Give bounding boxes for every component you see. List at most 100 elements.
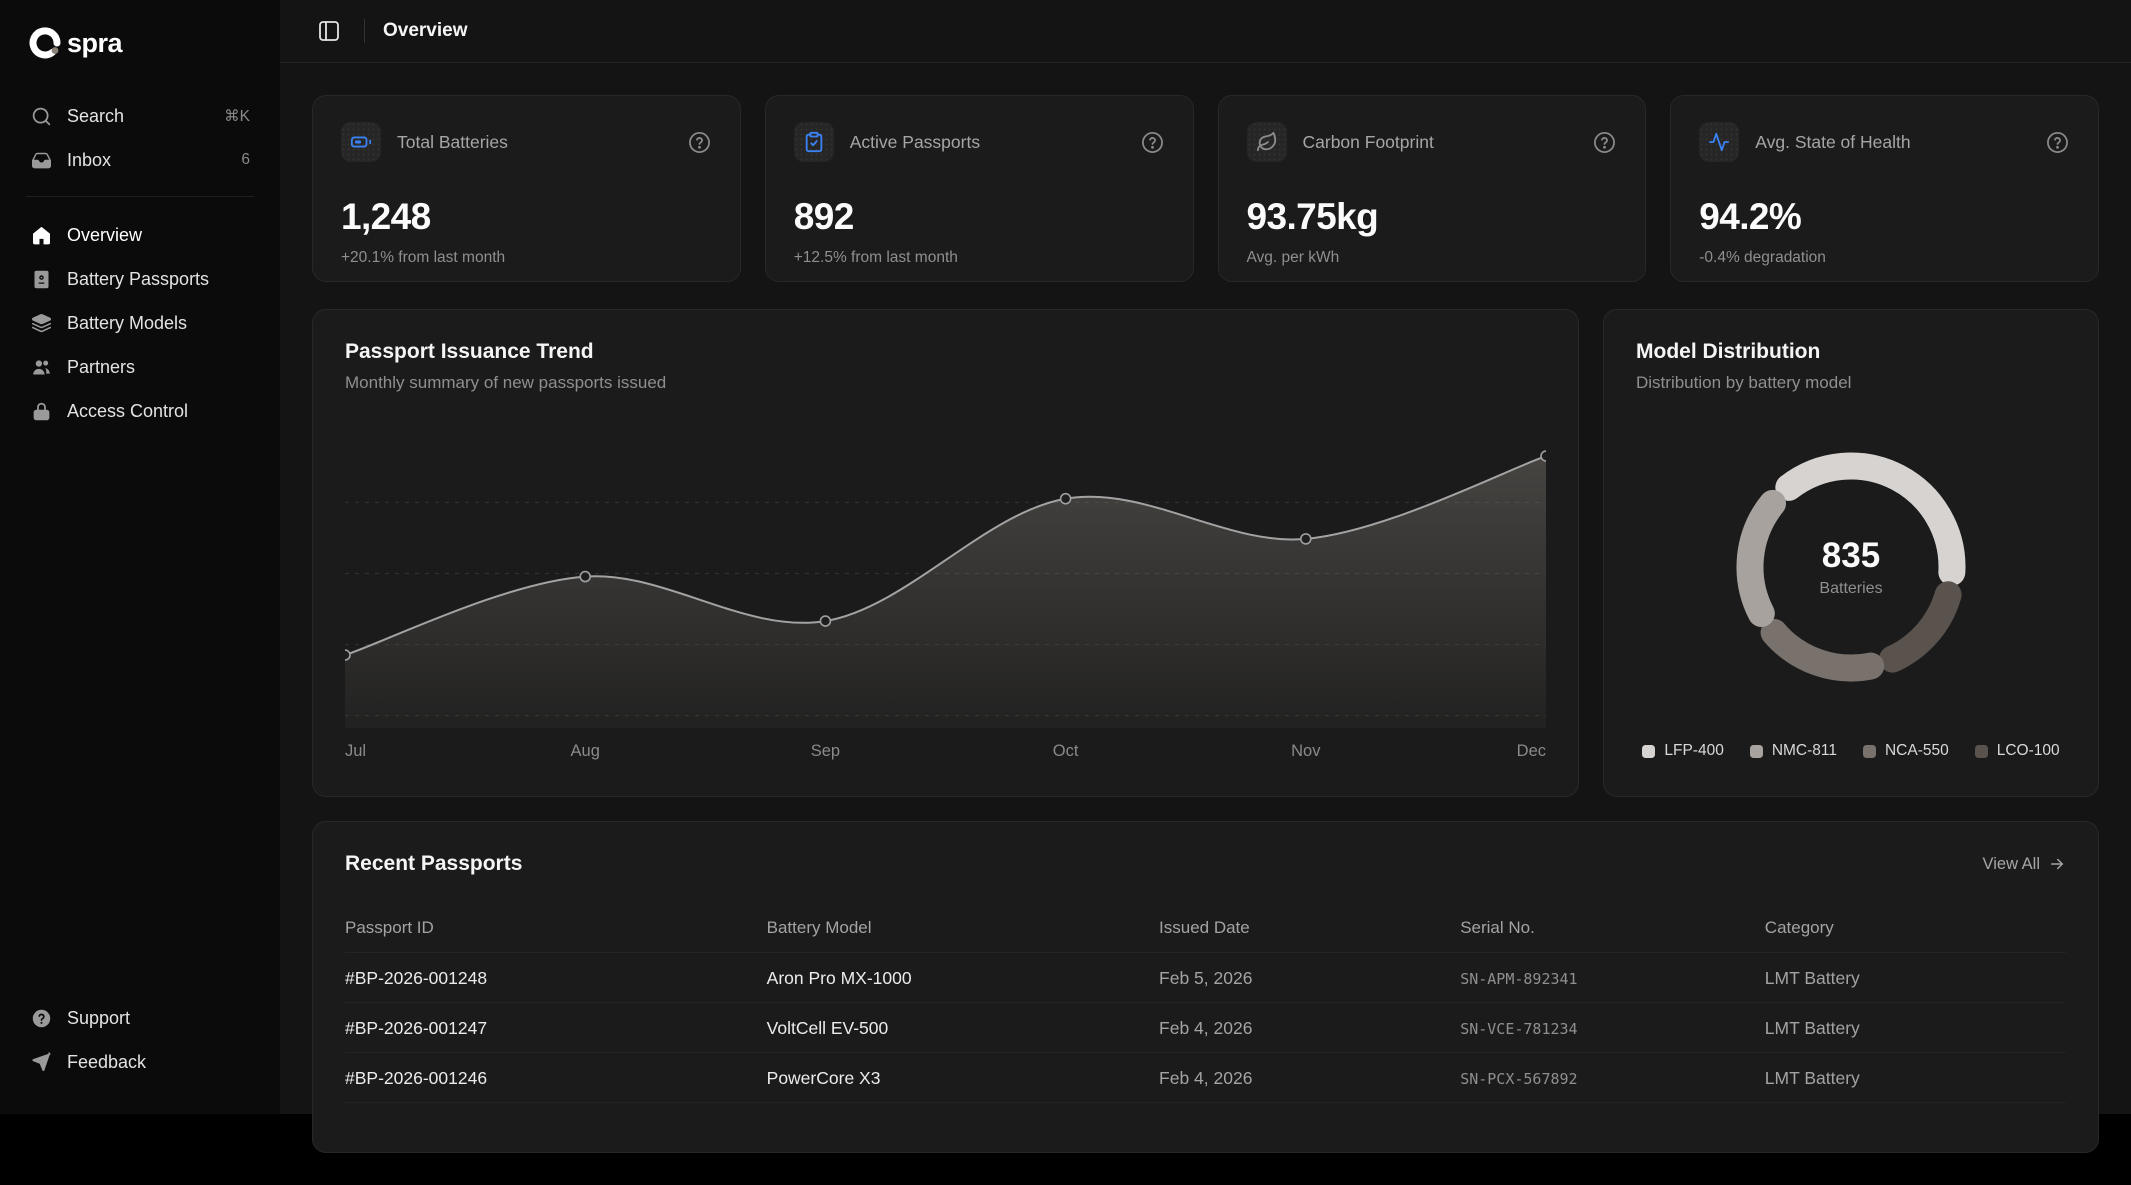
- donut-segment-nca-550[interactable]: [1774, 632, 1871, 668]
- donut-center-value: 835: [1819, 536, 1882, 576]
- send-icon: [30, 1051, 52, 1073]
- stat-card-state-of-health: Avg. State of Health 94.2% -0.4% degrada…: [1670, 95, 2099, 282]
- model-distribution-card: Model Distribution Distribution by batte…: [1603, 309, 2099, 797]
- sidebar-item-battery-models[interactable]: Battery Models: [22, 301, 258, 345]
- users-icon: [30, 356, 52, 378]
- legend-item: NMC-811: [1750, 742, 1837, 760]
- donut-chart-subtitle: Distribution by battery model: [1636, 373, 2066, 393]
- sidebar-spacer: [22, 433, 258, 996]
- cell-serial-no: SN-APM-892341: [1460, 970, 1765, 988]
- help-icon[interactable]: [1592, 130, 1617, 155]
- cell-issued-date: Feb 4, 2026: [1159, 1018, 1460, 1039]
- passport-icon: [30, 268, 52, 290]
- cell-category: LMT Battery: [1765, 1018, 2066, 1039]
- col-battery-model: Battery Model: [767, 918, 1159, 938]
- legend-swatch: [1642, 745, 1655, 758]
- cell-battery-model: Aron Pro MX-1000: [767, 968, 1159, 989]
- sidebar-item-label: Access Control: [67, 401, 188, 422]
- legend-label: LFP-400: [1664, 742, 1723, 760]
- table-row[interactable]: #BP-2026-001248 Aron Pro MX-1000 Feb 5, …: [345, 952, 2066, 1002]
- content: Total Batteries 1,248 +20.1% from last m…: [280, 63, 2131, 1185]
- leaf-icon: [1247, 122, 1287, 162]
- legend-swatch: [1863, 745, 1876, 758]
- sidebar-item-partners[interactable]: Partners: [22, 345, 258, 389]
- brand-name: spra: [67, 28, 122, 59]
- donut-legend: LFP-400 NMC-811 NCA-550 LCO-100: [1636, 740, 2066, 766]
- help-icon[interactable]: [1140, 130, 1165, 155]
- cell-issued-date: Feb 4, 2026: [1159, 1068, 1460, 1089]
- topbar-divider: [364, 19, 365, 43]
- sidebar-divider: [26, 196, 254, 197]
- stat-value: 93.75kg: [1247, 196, 1618, 238]
- donut-segment-lco-100[interactable]: [1892, 594, 1948, 658]
- donut-center-label: Batteries: [1819, 580, 1882, 598]
- x-tick-label: Jul: [345, 742, 366, 761]
- cell-battery-model: PowerCore X3: [767, 1068, 1159, 1089]
- recent-passports-card: Recent Passports View All Passport ID Ba…: [312, 821, 2099, 1153]
- sidebar-item-feedback[interactable]: Feedback: [22, 1040, 258, 1084]
- x-tick-label: Oct: [1053, 742, 1079, 761]
- sidebar-inbox[interactable]: Inbox 6: [22, 138, 258, 182]
- donut-segment-nmc-811[interactable]: [1750, 503, 1773, 613]
- sidebar-item-battery-passports[interactable]: Battery Passports: [22, 257, 258, 301]
- sidebar-item-label: Support: [67, 1008, 130, 1029]
- home-icon: [30, 224, 52, 246]
- sidebar-item-label: Battery Models: [67, 313, 187, 334]
- sidebar-item-support[interactable]: Support: [22, 996, 258, 1040]
- legend-item: NCA-550: [1863, 742, 1949, 760]
- activity-icon: [1699, 122, 1739, 162]
- sidebar-item-label: Feedback: [67, 1052, 146, 1073]
- inbox-icon: [30, 149, 52, 171]
- table-row[interactable]: #BP-2026-001246 PowerCore X3 Feb 4, 2026…: [345, 1052, 2066, 1102]
- stat-card-total-batteries: Total Batteries 1,248 +20.1% from last m…: [312, 95, 741, 282]
- stat-card-active-passports: Active Passports 892 +12.5% from last mo…: [765, 95, 1194, 282]
- stat-title: Total Batteries: [397, 132, 508, 153]
- sidebar-item-overview[interactable]: Overview: [22, 213, 258, 257]
- cell-issued-date: Feb 5, 2026: [1159, 968, 1460, 989]
- col-serial-no: Serial No.: [1460, 918, 1765, 938]
- charts-row: Passport Issuance Trend Monthly summary …: [312, 309, 2099, 797]
- cell-passport-id: #BP-2026-001246: [345, 1068, 767, 1089]
- cell-passport-id: #BP-2026-001248: [345, 968, 767, 989]
- cell-passport-id: #BP-2026-001247: [345, 1018, 767, 1039]
- stat-card-carbon-footprint: Carbon Footprint 93.75kg Avg. per kWh: [1218, 95, 1647, 282]
- sidebar-item-access-control[interactable]: Access Control: [22, 389, 258, 433]
- help-circle-icon: [30, 1007, 52, 1029]
- brand-logo-icon: [28, 26, 62, 60]
- x-tick-label: Sep: [811, 742, 840, 761]
- stat-subtext: +12.5% from last month: [794, 249, 1165, 267]
- x-tick-label: Dec: [1517, 742, 1546, 761]
- stat-value: 1,248: [341, 196, 712, 238]
- brand-logo[interactable]: spra: [22, 26, 258, 60]
- arrow-right-icon: [2048, 855, 2066, 873]
- stats-row: Total Batteries 1,248 +20.1% from last m…: [312, 95, 2099, 282]
- main-area: Overview Total Batteries 1,248: [280, 0, 2131, 1114]
- stat-subtext: Avg. per kWh: [1247, 249, 1618, 267]
- search-shortcut: ⌘K: [224, 107, 250, 126]
- stat-title: Active Passports: [850, 132, 980, 153]
- cell-category: LMT Battery: [1765, 1068, 2066, 1089]
- legend-label: LCO-100: [1997, 742, 2060, 760]
- help-icon[interactable]: [2045, 130, 2070, 155]
- stat-title: Avg. State of Health: [1755, 132, 1910, 153]
- col-category: Category: [1765, 918, 2066, 938]
- legend-label: NCA-550: [1885, 742, 1949, 760]
- cell-category: LMT Battery: [1765, 968, 2066, 989]
- trend-x-axis-labels: JulAugSepOctNovDec: [345, 742, 1546, 766]
- stat-value: 94.2%: [1699, 196, 2070, 238]
- stat-title: Carbon Footprint: [1303, 132, 1434, 153]
- table-row[interactable]: #BP-2026-001247 VoltCell EV-500 Feb 4, 2…: [345, 1002, 2066, 1052]
- sidebar-search[interactable]: Search ⌘K: [22, 94, 258, 138]
- legend-item: LCO-100: [1975, 742, 2060, 760]
- sidebar-toggle-button[interactable]: [312, 14, 346, 48]
- legend-item: LFP-400: [1642, 742, 1723, 760]
- trend-chart-subtitle: Monthly summary of new passports issued: [345, 373, 1546, 393]
- view-all-label: View All: [1983, 855, 2040, 874]
- x-tick-label: Aug: [571, 742, 600, 761]
- legend-label: NMC-811: [1772, 742, 1837, 760]
- topbar: Overview: [280, 0, 2131, 63]
- help-icon[interactable]: [687, 130, 712, 155]
- view-all-link[interactable]: View All: [1983, 855, 2066, 874]
- stat-subtext: +20.1% from last month: [341, 249, 712, 267]
- trend-chart-title: Passport Issuance Trend: [345, 340, 1546, 364]
